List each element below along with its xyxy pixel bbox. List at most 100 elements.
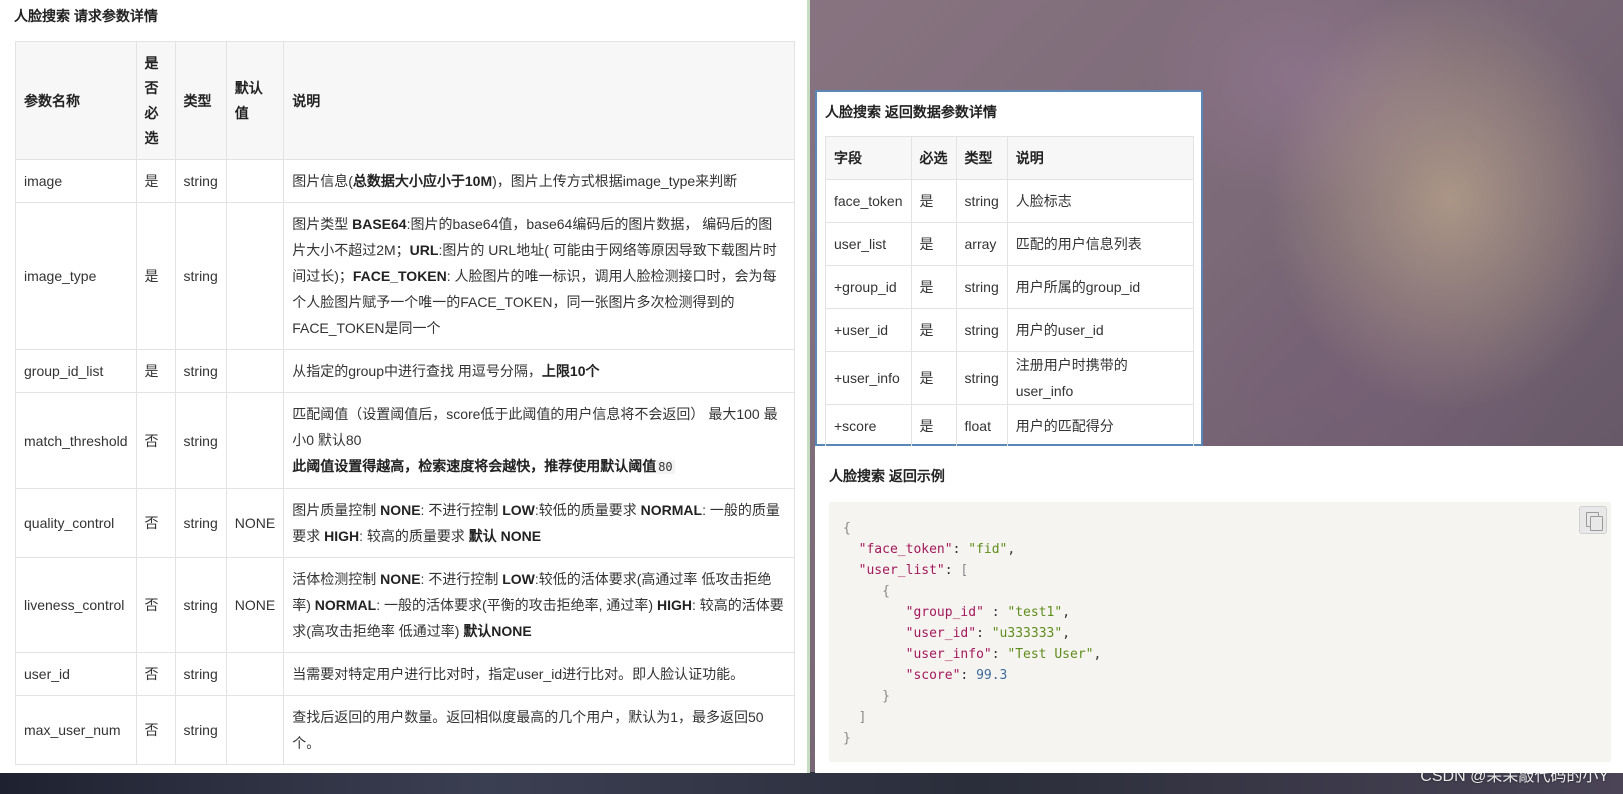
param-description: 匹配阈值（设置阈值后，score低于此阈值的用户信息将不会返回） 最大100 最… — [283, 392, 795, 489]
param-required: 否 — [135, 488, 176, 558]
table-row: match_threshold 否 string 匹配阈值（设置阈值后，scor… — [15, 392, 795, 489]
table-row: +user_info 是 string 注册用户时携带的user_info — [825, 351, 1195, 405]
field-required: 是 — [910, 308, 957, 352]
field-description: 注册用户时携带的user_info — [1006, 351, 1195, 405]
header-param-name: 参数名称 — [15, 41, 137, 160]
field-description: 用户的匹配得分 — [1006, 404, 1195, 448]
param-required: 是 — [135, 349, 176, 393]
field-description: 匹配的用户信息列表 — [1006, 222, 1195, 266]
param-name: image — [15, 159, 137, 203]
header-required: 是否必选 — [135, 41, 176, 160]
param-default: NONE — [225, 557, 285, 653]
table-row: quality_control 否 string NONE 图片质量控制 NON… — [15, 488, 795, 558]
field-required: 是 — [910, 179, 957, 223]
field-name: +user_id — [825, 308, 912, 352]
field-required: 是 — [910, 222, 957, 266]
response-params-panel: 人脸搜索 返回数据参数详情 字段 必选 类型 说明 face_token 是 s… — [815, 90, 1203, 448]
param-description: 活体检测控制 NONE: 不进行控制 LOW:较低的活体要求(高通过率 低攻击拒… — [283, 557, 795, 653]
table-header-row: 字段 必选 类型 说明 — [825, 136, 1195, 180]
table-row: user_list 是 array 匹配的用户信息列表 — [825, 222, 1195, 266]
response-example-panel: 人脸搜索 返回示例 { "face_token": "fid", "user_l… — [815, 446, 1623, 773]
table-row: face_token 是 string 人脸标志 — [825, 179, 1195, 223]
request-params-table: 参数名称 是否必选 类型 默认值 说明 image 是 string 图片信息(… — [15, 41, 795, 765]
field-required: 是 — [910, 265, 957, 309]
table-header-row: 参数名称 是否必选 类型 默认值 说明 — [15, 41, 795, 160]
param-name: quality_control — [15, 488, 137, 558]
param-default — [225, 695, 285, 765]
field-required: 是 — [910, 351, 957, 405]
response-params-table: 字段 必选 类型 说明 face_token 是 string 人脸标志 use… — [825, 136, 1195, 448]
field-type: string — [955, 265, 1008, 309]
param-required: 否 — [135, 695, 176, 765]
background-bottom-strip — [0, 772, 1623, 794]
request-params-title: 人脸搜索 请求参数详情 — [14, 8, 158, 24]
response-params-title: 人脸搜索 返回数据参数详情 — [825, 104, 997, 120]
param-default — [225, 392, 285, 489]
header-type: 类型 — [955, 136, 1008, 180]
table-row: liveness_control 否 string NONE 活体检测控制 NO… — [15, 557, 795, 653]
param-required: 是 — [135, 159, 176, 203]
param-description: 图片类型 BASE64:图片的base64值，base64编码后的图片数据， 编… — [283, 202, 795, 350]
header-description: 说明 — [283, 41, 795, 160]
header-field: 字段 — [825, 136, 912, 180]
field-description: 用户的user_id — [1006, 308, 1195, 352]
param-type: string — [174, 695, 227, 765]
field-required: 是 — [910, 404, 957, 448]
table-row: max_user_num 否 string 查找后返回的用户数量。返回相似度最高… — [15, 695, 795, 765]
param-required: 否 — [135, 392, 176, 489]
field-description: 人脸标志 — [1006, 179, 1195, 223]
table-row: image 是 string 图片信息(总数据大小应小于10M)，图片上传方式根… — [15, 159, 795, 203]
field-name: user_list — [825, 222, 912, 266]
param-description: 图片质量控制 NONE: 不进行控制 LOW:较低的质量要求 NORMAL: 一… — [283, 488, 795, 558]
param-type: string — [174, 652, 227, 696]
field-type: string — [955, 351, 1008, 405]
param-name: match_threshold — [15, 392, 137, 489]
table-row: group_id_list 是 string 从指定的group中进行查找 用逗… — [15, 349, 795, 393]
field-name: +group_id — [825, 265, 912, 309]
field-description: 用户所属的group_id — [1006, 265, 1195, 309]
field-name: face_token — [825, 179, 912, 223]
param-default — [225, 652, 285, 696]
table-row: image_type 是 string 图片类型 BASE64:图片的base6… — [15, 202, 795, 350]
param-type: string — [174, 488, 227, 558]
field-name: +user_info — [825, 351, 912, 405]
param-name: user_id — [15, 652, 137, 696]
param-name: max_user_num — [15, 695, 137, 765]
field-type: string — [955, 179, 1008, 223]
param-type: string — [174, 202, 227, 350]
param-type: string — [174, 159, 227, 203]
param-type: string — [174, 557, 227, 653]
copy-icon[interactable] — [1579, 506, 1607, 534]
table-row: +user_id 是 string 用户的user_id — [825, 308, 1195, 352]
table-row: +score 是 float 用户的匹配得分 — [825, 404, 1195, 448]
param-name: liveness_control — [15, 557, 137, 653]
param-default — [225, 202, 285, 350]
param-required: 是 — [135, 202, 176, 350]
param-default: NONE — [225, 488, 285, 558]
param-type: string — [174, 349, 227, 393]
table-row: +group_id 是 string 用户所属的group_id — [825, 265, 1195, 309]
param-description: 从指定的group中进行查找 用逗号分隔，上限10个 — [283, 349, 795, 393]
request-params-panel: 人脸搜索 请求参数详情 参数名称 是否必选 类型 默认值 说明 image 是 … — [0, 0, 810, 773]
field-name: +score — [825, 404, 912, 448]
param-description: 当需要对特定用户进行比对时，指定user_id进行比对。即人脸认证功能。 — [283, 652, 795, 696]
param-name: group_id_list — [15, 349, 137, 393]
table-row: user_id 否 string 当需要对特定用户进行比对时，指定user_id… — [15, 652, 795, 696]
param-description: 查找后返回的用户数量。返回相似度最高的几个用户，默认为1，最多返回50个。 — [283, 695, 795, 765]
param-name: image_type — [15, 202, 137, 350]
field-type: float — [955, 404, 1008, 448]
header-type: 类型 — [174, 41, 227, 160]
response-example-title: 人脸搜索 返回示例 — [829, 468, 945, 484]
param-type: string — [174, 392, 227, 489]
param-default — [225, 159, 285, 203]
param-default — [225, 349, 285, 393]
header-required: 必选 — [910, 136, 957, 180]
param-description: 图片信息(总数据大小应小于10M)，图片上传方式根据image_type来判断 — [283, 159, 795, 203]
field-type: array — [955, 222, 1008, 266]
param-required: 否 — [135, 652, 176, 696]
header-default: 默认值 — [225, 41, 285, 160]
header-description: 说明 — [1006, 136, 1195, 180]
code-block[interactable]: { "face_token": "fid", "user_list": [ { … — [829, 502, 1611, 762]
field-type: string — [955, 308, 1008, 352]
param-required: 否 — [135, 557, 176, 653]
